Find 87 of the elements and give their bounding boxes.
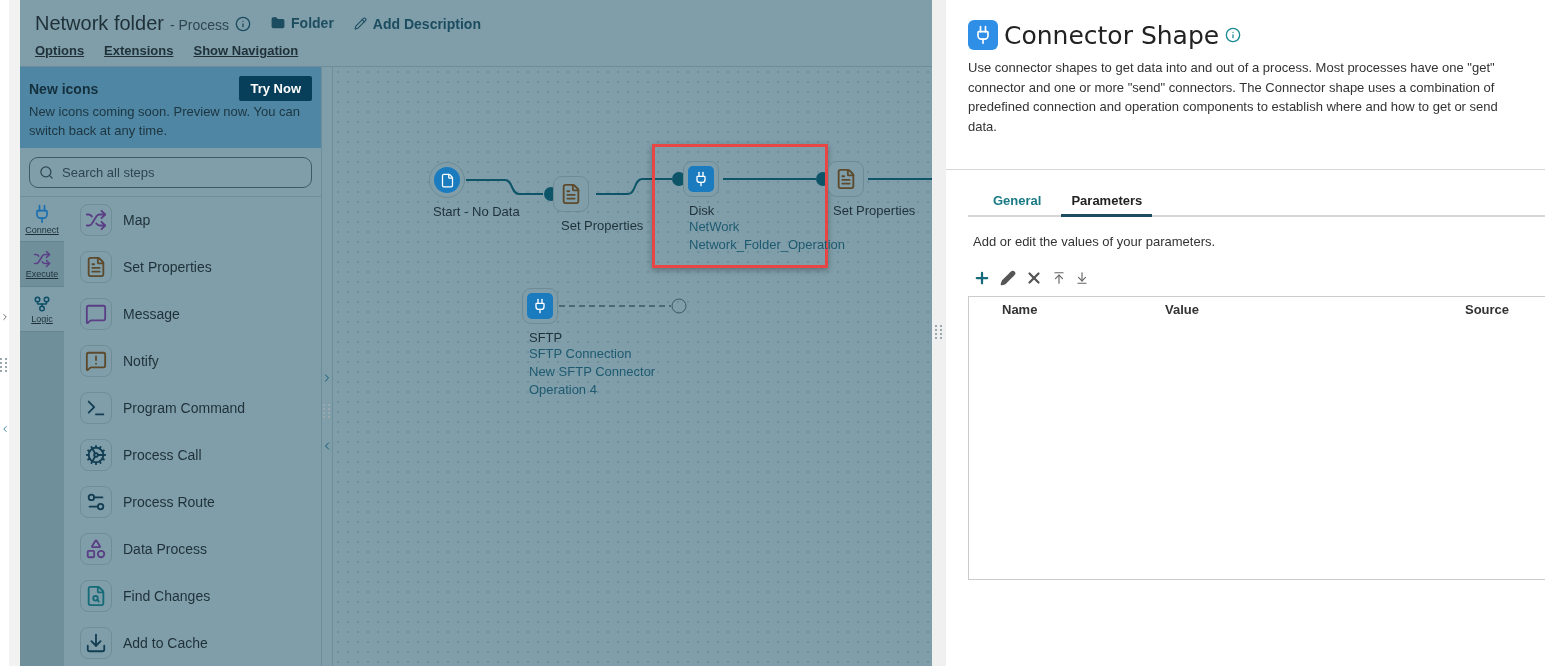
- step-label[interactable]: Message: [123, 306, 180, 323]
- column-header: Name: [1002, 302, 1039, 317]
- node-title: Set Properties: [561, 218, 644, 233]
- process-title: Network folder: [35, 12, 164, 35]
- parameters-hint: Add or edit the values of your parameters.: [973, 234, 1217, 249]
- add-description-link[interactable]: Add Description: [353, 15, 481, 32]
- folder-icon: [271, 16, 286, 30]
- menu-link[interactable]: Extensions: [104, 43, 174, 58]
- step-icon-frame[interactable]: [80, 345, 112, 378]
- step-icon-frame[interactable]: [80, 532, 112, 565]
- plug-icon: [968, 20, 998, 50]
- banner-text: New icons coming soon. Preview now. You can switch back at any time.: [29, 103, 301, 140]
- message-step-icon: [85, 303, 107, 326]
- edit-button[interactable]: [1000, 270, 1016, 286]
- document-icon: [560, 183, 582, 205]
- node-detail: Operation 4: [529, 381, 597, 399]
- search-icon: [39, 164, 54, 180]
- info-icon[interactable]: [235, 15, 252, 32]
- node-title: Set Properties: [833, 203, 916, 218]
- process-type: - Process: [169, 17, 230, 33]
- step-icon-frame[interactable]: [80, 392, 112, 425]
- shape-node[interactable]: [553, 176, 589, 212]
- cache-step-icon: [85, 631, 107, 654]
- step-label[interactable]: Notify: [123, 353, 159, 370]
- panel-tab[interactable]: Parameters: [1061, 189, 1153, 217]
- find-step-icon: [85, 584, 107, 607]
- step-label[interactable]: Program Command: [123, 400, 246, 417]
- notify-step-icon: [85, 350, 107, 373]
- call-step-icon: [85, 444, 107, 466]
- menu-link[interactable]: Options: [35, 43, 85, 58]
- step-icon-frame[interactable]: [80, 579, 112, 612]
- delete-button[interactable]: [1025, 269, 1043, 287]
- node-detail: New SFTP Connector: [529, 363, 656, 381]
- node-title: Disk: [689, 203, 715, 218]
- panel-title: Connector Shape: [1004, 20, 1220, 50]
- step-icon-frame[interactable]: [80, 298, 112, 331]
- connector-line: [867, 178, 933, 180]
- move-top-button[interactable]: [1052, 271, 1066, 285]
- grip-icon[interactable]: [0, 358, 8, 374]
- step-label[interactable]: Add to Cache: [123, 634, 208, 651]
- node-detail: NetWork: [689, 218, 740, 236]
- node-title: Start - No Data: [433, 204, 520, 219]
- menu-link[interactable]: Show Navigation: [193, 43, 299, 58]
- step-icon-frame[interactable]: [80, 439, 112, 471]
- category-tab[interactable]: Connect: [20, 197, 64, 242]
- panel-description: Use connector shapes to get data into and out of a process. Most processes have one "get" connector and one or more "send" connectors. The Connector shape uses a combination of predefined connection and operation components to establish where and how to get or send data.: [968, 59, 1499, 136]
- document-icon: [835, 168, 857, 190]
- grip-icon[interactable]: [935, 325, 943, 341]
- node-detail: SFTP Connection: [529, 345, 632, 363]
- shape-node[interactable]: [828, 161, 864, 197]
- step-label[interactable]: Set Properties: [123, 259, 212, 276]
- chevron-left-icon[interactable]: [0, 424, 10, 434]
- pencil-icon: [353, 17, 367, 30]
- step-label[interactable]: Data Process: [123, 540, 208, 557]
- step-icon-frame[interactable]: [80, 251, 112, 284]
- plug-icon: [693, 171, 709, 187]
- try-now-button[interactable]: Try Now: [239, 76, 312, 101]
- fork-icon: [33, 294, 51, 313]
- step-icon-frame[interactable]: [80, 204, 112, 237]
- column-header: Source: [1465, 302, 1511, 317]
- step-icon-frame[interactable]: [80, 485, 112, 518]
- shape-node[interactable]: [683, 161, 719, 197]
- map-step-icon: [85, 209, 107, 232]
- plug-icon: [532, 298, 548, 314]
- step-label[interactable]: Process Call: [123, 447, 202, 463]
- node-title: SFTP: [529, 330, 563, 345]
- search-field[interactable]: Search all steps: [29, 156, 312, 188]
- info-icon[interactable]: [1225, 27, 1242, 43]
- add-button[interactable]: [973, 269, 991, 287]
- move-bottom-button[interactable]: [1075, 271, 1089, 285]
- document-icon: [439, 172, 455, 188]
- step-label[interactable]: Map: [123, 212, 151, 229]
- shape-node[interactable]: [522, 288, 558, 324]
- step-label[interactable]: Process Route: [123, 493, 215, 510]
- step-label[interactable]: Find Changes: [123, 587, 211, 604]
- step-icon-frame[interactable]: [80, 626, 112, 659]
- data-step-icon: [85, 537, 107, 560]
- banner-title: New icons: [29, 80, 99, 97]
- grip-icon[interactable]: [323, 404, 331, 420]
- properties-step-icon: [85, 256, 107, 279]
- shuffle-icon: [33, 249, 51, 268]
- chevron-right-icon[interactable]: [0, 312, 10, 322]
- category-tab[interactable]: Logic: [20, 287, 64, 332]
- column-header: Value: [1165, 302, 1200, 317]
- panel-tab[interactable]: General: [983, 189, 1052, 217]
- shape-node[interactable]: [429, 162, 465, 198]
- folder-link[interactable]: Folder: [271, 15, 334, 31]
